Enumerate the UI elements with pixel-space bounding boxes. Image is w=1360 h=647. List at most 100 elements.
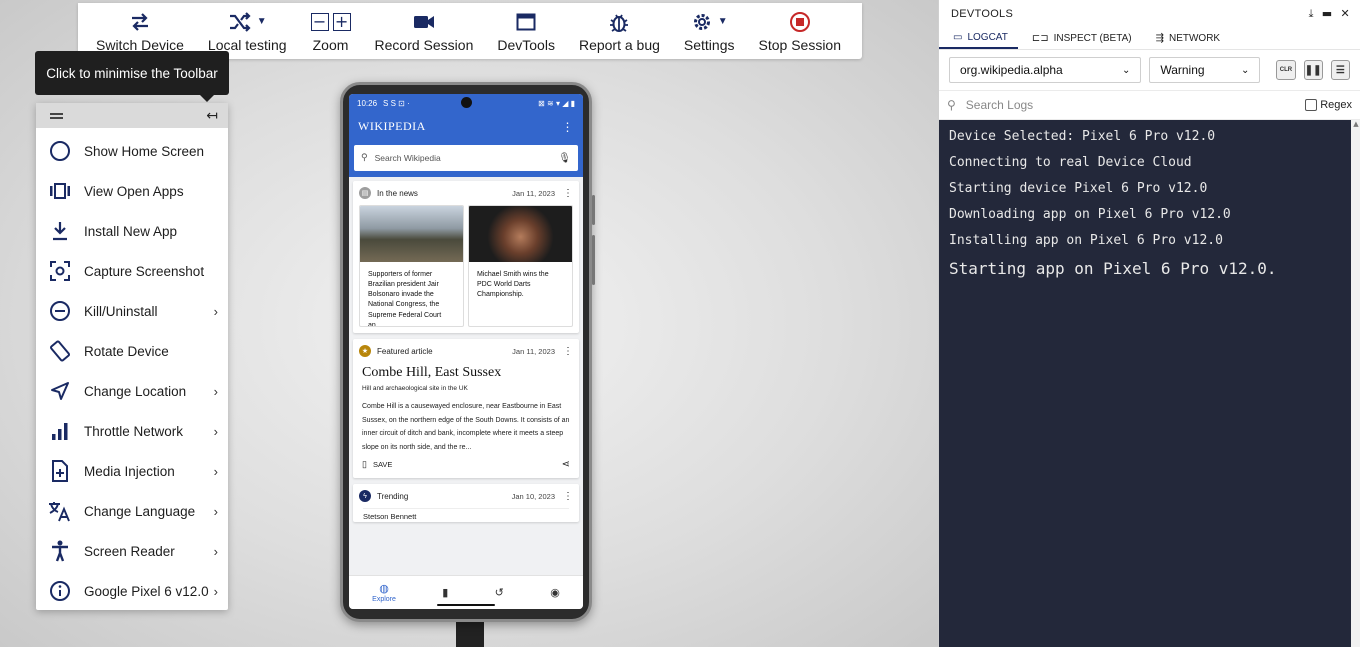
bottom-navigation: ◍ Explore ▮ ↺ ◉ [349, 575, 583, 609]
phone-side-button [592, 195, 595, 225]
chevron-right-icon: › [213, 583, 218, 599]
drag-handle-icon[interactable] [50, 112, 63, 119]
screen-reader-item[interactable]: Screen Reader › [36, 531, 228, 571]
trending-card[interactable]: ϟ Trending Jan 10, 2023 ⋮ Stetson Bennet… [353, 484, 579, 522]
screenshot-icon [48, 259, 72, 283]
show-home-screen-item[interactable]: Show Home Screen [36, 131, 228, 171]
settings-button[interactable]: ▼ Settings [672, 3, 747, 59]
zoom-in-button[interactable]: + [332, 12, 351, 31]
clear-logs-button[interactable]: CLR [1276, 60, 1296, 80]
nav-nearby[interactable]: ◉ [550, 586, 560, 599]
minimise-toolbar-icon[interactable]: ↤ [206, 108, 218, 124]
stop-session-button[interactable]: Stop Session [747, 3, 854, 59]
menu-item-label: Media Injection [84, 463, 175, 479]
nav-history[interactable]: ↺ [495, 586, 504, 599]
media-injection-item[interactable]: Media Injection › [36, 451, 228, 491]
log-filters: org.wikipedia.alpha ⌄ Warning ⌄ CLR ❚❚ ☰ [939, 50, 1360, 90]
news-item[interactable]: Supporters of former Brazilian president… [359, 205, 464, 327]
home-circle-icon [48, 139, 72, 163]
in-the-news-card: ▤ In the news Jan 11, 2023 ⋮ Supporters … [353, 181, 579, 333]
menu-item-label: Install New App [84, 223, 178, 239]
globe-icon: ◍ [379, 582, 389, 595]
device-actions-panel: ↤ Show Home Screen View Open Apps Instal… [36, 103, 228, 610]
microphone-icon[interactable]: 🎙 [558, 153, 571, 164]
wikipedia-app-bar: WIKIPEDIA ⋮ [349, 112, 583, 141]
wrap-icon: ☰ [1335, 64, 1345, 76]
tab-label: INSPECT (BETA) [1053, 33, 1132, 44]
chevron-down-icon: ▼ [717, 16, 728, 27]
download-icon[interactable]: ⤓ [1309, 7, 1314, 21]
news-text: Michael Smith wins the PDC World Darts C… [477, 271, 549, 299]
scroll-up-icon[interactable]: ▲ [1351, 120, 1360, 128]
card-title: Trending [377, 491, 409, 501]
translate-icon [48, 499, 72, 523]
shuffle-icon [229, 11, 251, 32]
card-more-icon[interactable]: ⋮ [563, 188, 573, 199]
record-session-button[interactable]: Record Session [363, 3, 486, 59]
capture-screenshot-item[interactable]: Capture Screenshot [36, 251, 228, 291]
view-open-apps-item[interactable]: View Open Apps [36, 171, 228, 211]
log-level-select[interactable]: Warning ⌄ [1149, 57, 1261, 83]
regex-toggle[interactable]: Regex [1305, 99, 1352, 111]
chevron-down-icon: ⌄ [1240, 64, 1250, 76]
maximize-icon[interactable]: ▬ [1322, 7, 1333, 21]
tooltip-text: Click to minimise the Toolbar [46, 65, 218, 81]
card-header: ▤ In the news Jan 11, 2023 ⋮ [353, 181, 579, 205]
overflow-menu-icon[interactable]: ⋮ [562, 120, 575, 134]
zoom-out-button[interactable]: − [310, 12, 329, 31]
menu-item-label: Google Pixel 6 v12.0 [84, 583, 209, 599]
log-line: Downloading app on Pixel 6 Pro v12.0 [949, 207, 1231, 222]
card-header: ϟ Trending Jan 10, 2023 ⋮ [353, 484, 579, 508]
nav-explore[interactable]: ◍ Explore [372, 582, 396, 603]
news-items: Supporters of former Brazilian president… [353, 205, 579, 333]
signal-bars-icon [48, 419, 72, 443]
card-more-icon[interactable]: ⋮ [563, 346, 573, 357]
news-image [360, 206, 463, 262]
regex-checkbox[interactable] [1305, 99, 1318, 111]
install-new-app-item[interactable]: Install New App [36, 211, 228, 251]
phone-device: 10:26 S S ⊡ · ⊠ ≋ ▾ ◢ ▮ WIKIPEDIA ⋮ ⚲ Se… [340, 82, 595, 622]
minus-circle-icon [48, 299, 72, 323]
device-info-item[interactable]: Google Pixel 6 v12.0 › [36, 571, 228, 611]
pause-button[interactable]: ❚❚ [1303, 60, 1323, 80]
gear-icon [693, 13, 710, 30]
inspect-icon: ⊏⊐ [1031, 33, 1049, 44]
chevron-down-icon: ▼ [256, 16, 267, 27]
status-bar: 10:26 S S ⊡ · ⊠ ≋ ▾ ◢ ▮ [349, 94, 583, 112]
change-location-item[interactable]: Change Location › [36, 371, 228, 411]
card-more-icon[interactable]: ⋮ [563, 491, 573, 502]
tab-network[interactable]: ⇶ NETWORK [1142, 28, 1231, 49]
devtools-button[interactable]: DevTools [485, 3, 567, 59]
log-search-input[interactable]: Search Logs [966, 98, 1305, 112]
gesture-home-bar[interactable] [437, 604, 495, 606]
news-item[interactable]: Michael Smith wins the PDC World Darts C… [468, 205, 573, 327]
save-button[interactable]: SAVE [373, 460, 392, 469]
package-select[interactable]: org.wikipedia.alpha ⌄ [949, 57, 1142, 83]
stop-session-label: Stop Session [758, 36, 842, 53]
card-date: Jan 10, 2023 [511, 491, 555, 501]
card-title: In the news [377, 188, 418, 198]
throttle-network-item[interactable]: Throttle Network › [36, 411, 228, 451]
media-file-icon [48, 459, 72, 483]
settings-icon-wrap: ▼ [691, 10, 728, 34]
card-header: ★ Featured article Jan 11, 2023 ⋮ [353, 339, 579, 363]
status-time: 10:26 [357, 98, 378, 108]
kill-uninstall-item[interactable]: Kill/Uninstall › [36, 291, 228, 331]
tab-inspect[interactable]: ⊏⊐ INSPECT (BETA) [1018, 28, 1142, 49]
nav-saved[interactable]: ▮ [442, 586, 448, 599]
share-icon[interactable]: ⋖ [562, 459, 570, 470]
history-icon: ↺ [494, 586, 504, 599]
wrap-lines-button[interactable]: ☰ [1330, 60, 1350, 80]
close-icon[interactable]: ✕ [1340, 7, 1350, 21]
featured-article-card[interactable]: ★ Featured article Jan 11, 2023 ⋮ Combe … [353, 339, 579, 478]
settings-label: Settings [683, 36, 735, 53]
report-bug-button[interactable]: Report a bug [567, 3, 672, 59]
device-screen[interactable]: 10:26 S S ⊡ · ⊠ ≋ ▾ ◢ ▮ WIKIPEDIA ⋮ ⚲ Se… [349, 94, 583, 609]
trending-item[interactable]: Stetson Bennett [363, 508, 569, 522]
change-language-item[interactable]: Change Language › [36, 491, 228, 531]
console-scrollbar[interactable]: ▲ [1351, 120, 1360, 647]
rotate-device-item[interactable]: Rotate Device [36, 331, 228, 371]
search-icon: ⚲ [361, 153, 368, 163]
wikipedia-search-input[interactable]: ⚲ Search Wikipedia 🎙 [354, 145, 578, 171]
tab-logcat[interactable]: ▭ LOGCAT [939, 28, 1018, 49]
